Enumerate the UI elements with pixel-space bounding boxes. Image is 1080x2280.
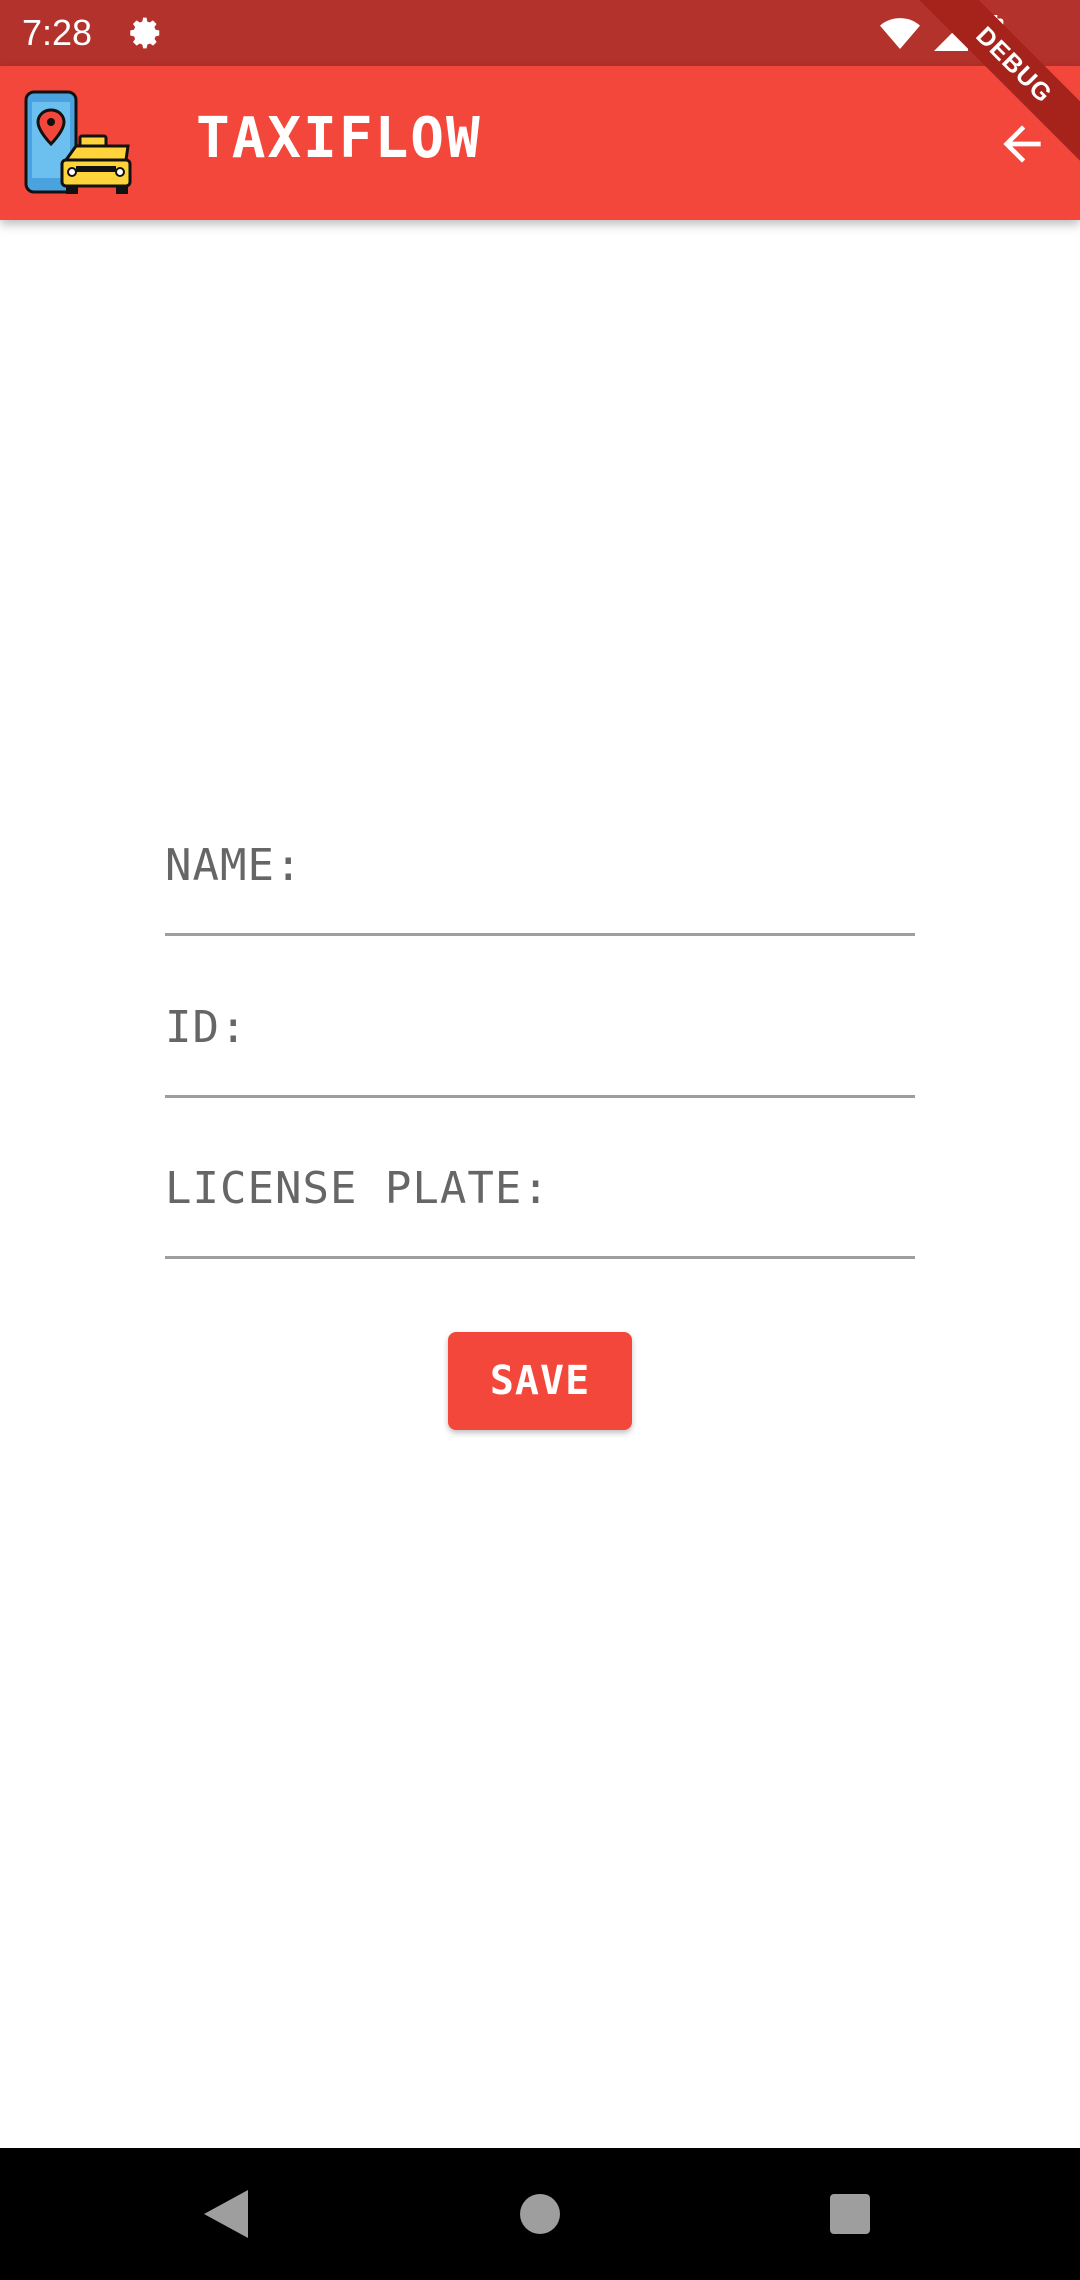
navigation-bar	[0, 2148, 1080, 2280]
status-time: 7:28	[22, 12, 93, 53]
name-field-label: NAME:	[165, 840, 303, 891]
recents-square-icon[interactable]	[830, 2194, 870, 2234]
license-plate-field-label: LICENSE PLATE:	[165, 1163, 550, 1214]
wifi-icon	[880, 18, 920, 49]
save-button[interactable]: SAVE	[448, 1332, 632, 1430]
name-field[interactable]: NAME:	[165, 818, 915, 936]
license-plate-field[interactable]: LICENSE PLATE:	[165, 1141, 915, 1259]
taxi-app-logo	[24, 90, 132, 194]
id-field-label: ID:	[165, 1002, 248, 1053]
status-bar: 7:28	[0, 0, 1080, 66]
id-field[interactable]: ID:	[165, 980, 915, 1098]
back-triangle-icon[interactable]	[204, 2190, 248, 2238]
app-bar: TAXIFLOW	[0, 66, 1080, 220]
home-circle-icon[interactable]	[520, 2194, 560, 2234]
arrow-left-icon[interactable]	[994, 116, 1050, 172]
app-title: TAXIFLOW	[196, 106, 482, 171]
gear-icon	[130, 17, 160, 49]
screen: 7:28 TAXIFLOW DEBUG NAME: ID: LICENSE PL…	[0, 0, 1080, 2280]
